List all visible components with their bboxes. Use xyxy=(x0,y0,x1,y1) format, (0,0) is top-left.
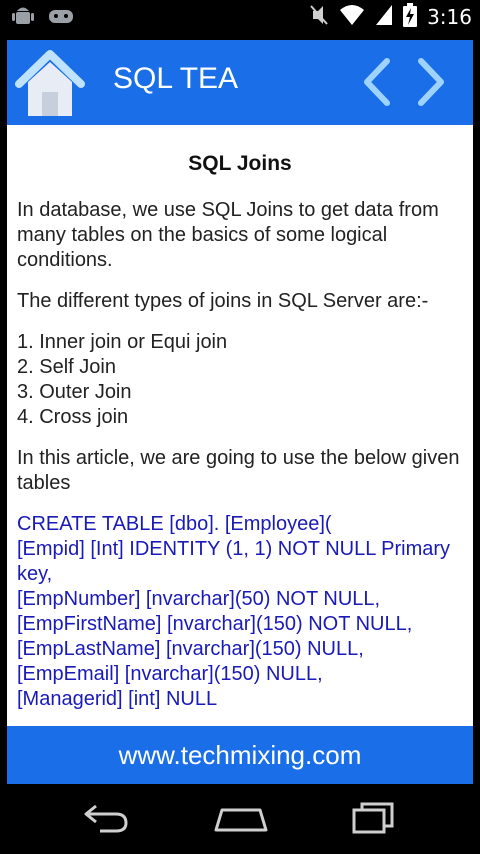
chevron-right-icon xyxy=(418,58,444,106)
mute-icon xyxy=(309,3,329,31)
code-line: [EmpLastName] [nvarchar](150) NULL, xyxy=(17,638,364,660)
article-intro: In database, we use SQL Joins to get dat… xyxy=(17,199,439,271)
list-item: 3. Outer Join xyxy=(17,381,132,403)
recent-apps-icon[interactable] xyxy=(350,800,396,840)
signal-icon xyxy=(375,4,393,30)
list-item: 2. Self Join xyxy=(17,356,116,378)
article-title: SQL Joins xyxy=(188,152,292,175)
back-icon[interactable] xyxy=(82,800,130,840)
code-line: [EmpEmail] [nvarchar](150) NULL, xyxy=(17,663,323,685)
code-line: [EmpNumber] [nvarchar](50) NOT NULL, xyxy=(17,588,381,610)
battery-charging-icon xyxy=(403,3,418,31)
app-frame: SQL TEA SQL Joins In database, we use SQ… xyxy=(7,40,473,784)
join-types-intro: The different types of joins in SQL Serv… xyxy=(17,290,429,312)
tables-intro: In this article, we are going to use the… xyxy=(17,447,460,494)
home-nav-icon[interactable] xyxy=(214,800,268,840)
game-controller-icon xyxy=(48,7,74,29)
code-line: CREATE TABLE [dbo]. [Employee]( xyxy=(17,513,332,535)
status-bar: 3:16 xyxy=(0,0,480,33)
join-types-list: 1. Inner join or Equi join 2. Self Join … xyxy=(17,330,463,430)
code-line: [Managerid] [int] NULL xyxy=(17,688,218,710)
next-button[interactable] xyxy=(413,57,451,107)
app-header: SQL TEA xyxy=(7,40,473,125)
status-clock: 3:16 xyxy=(427,5,472,29)
footer-website-link[interactable]: www.techmixing.com xyxy=(7,726,473,784)
home-button[interactable] xyxy=(15,48,85,120)
sql-code-block: CREATE TABLE [dbo]. [Employee]( [Empid] … xyxy=(17,512,463,712)
code-line: [Empid] [Int] IDENTITY (1, 1) NOT NULL P… xyxy=(17,538,451,585)
wifi-icon xyxy=(339,4,365,30)
app-title: SQL TEA xyxy=(113,62,239,95)
previous-button[interactable] xyxy=(357,57,395,107)
list-item: 1. Inner join or Equi join xyxy=(17,331,228,353)
system-navigation-bar xyxy=(0,784,480,854)
article-content[interactable]: SQL Joins In database, we use SQL Joins … xyxy=(7,125,473,726)
home-icon xyxy=(15,50,85,116)
code-line: [EmpFirstName] [nvarchar](150) NOT NULL, xyxy=(17,613,413,635)
list-item: 4. Cross join xyxy=(17,406,129,428)
android-debug-icon xyxy=(12,6,34,30)
chevron-left-icon xyxy=(364,58,390,106)
